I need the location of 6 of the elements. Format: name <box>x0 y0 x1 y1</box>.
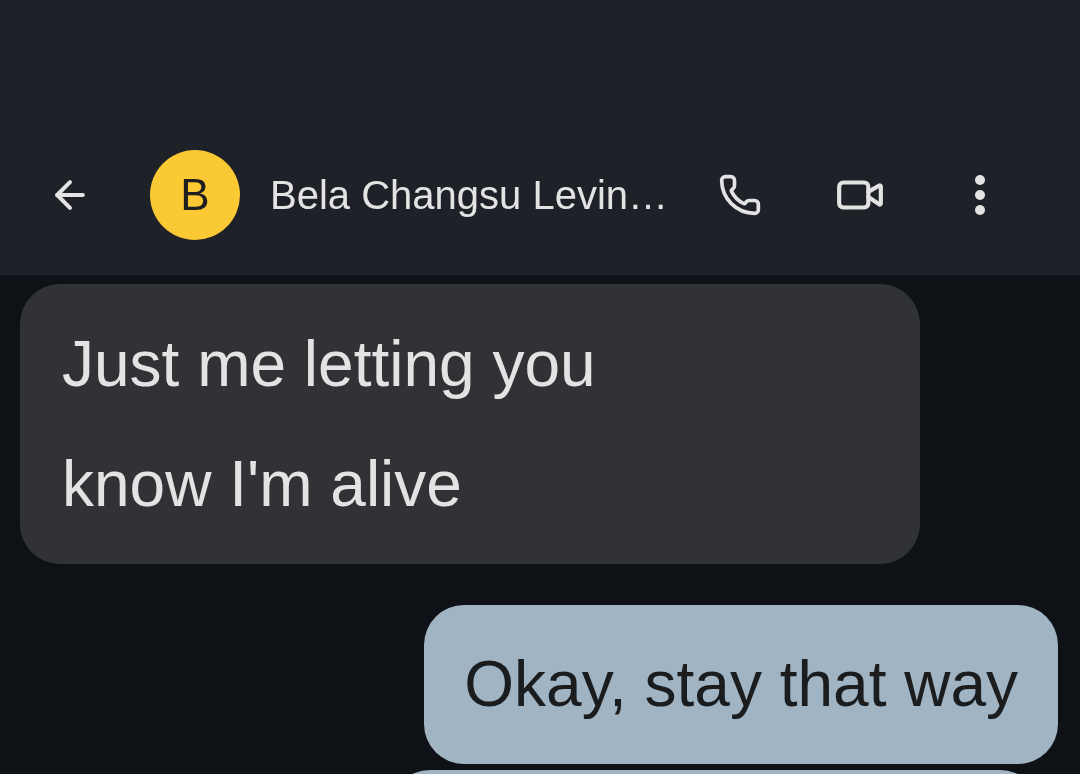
phone-icon <box>718 173 762 217</box>
message-text: Okay, stay that way <box>464 648 1018 720</box>
contact-name: Bela Changsu Levin… <box>270 172 670 219</box>
avatar: B <box>150 150 240 240</box>
message-text: Just me letting you know I'm alive <box>62 327 597 522</box>
more-icon <box>975 175 985 215</box>
